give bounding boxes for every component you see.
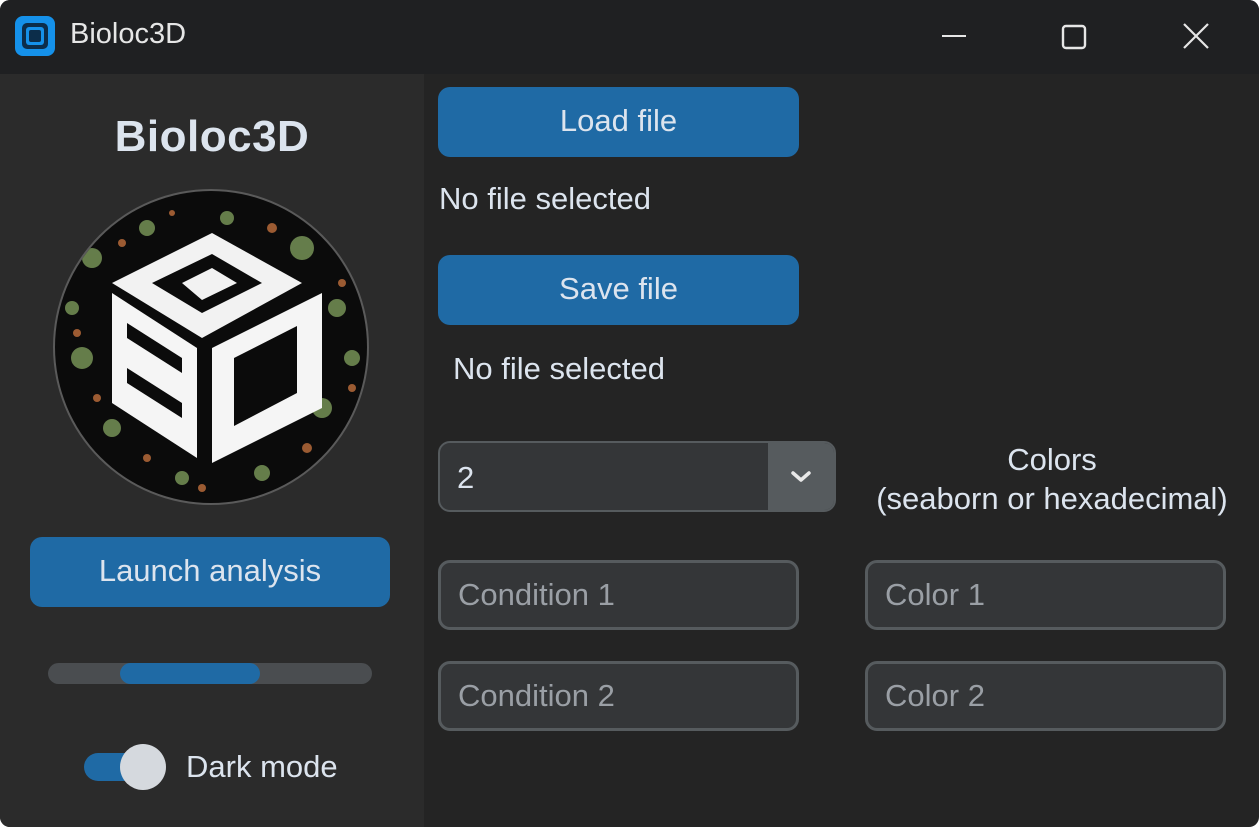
colors-label: Colors (seaborn or hexadecimal)	[866, 440, 1238, 518]
sidebar-title: Bioloc3D	[114, 112, 310, 161]
colors-label-title: Colors	[1007, 442, 1097, 477]
app-icon	[15, 16, 55, 56]
minimize-icon	[942, 35, 966, 37]
progress-bar	[48, 663, 372, 684]
colors-label-hint: (seaborn or hexadecimal)	[876, 481, 1228, 516]
close-icon	[1183, 23, 1209, 49]
window-title: Bioloc3D	[70, 18, 187, 50]
condition-1-input[interactable]	[438, 560, 799, 630]
combobox-dropdown-button[interactable]	[768, 443, 834, 510]
close-button[interactable]	[1136, 0, 1256, 74]
title-bar[interactable]: Bioloc3D	[0, 0, 1259, 74]
chevron-down-icon	[791, 471, 811, 482]
launch-analysis-button[interactable]: Launch analysis	[30, 537, 390, 607]
save-file-button[interactable]: Save file	[438, 255, 799, 325]
bioloc3d-logo	[53, 189, 369, 505]
minimize-button[interactable]	[894, 0, 1014, 74]
dark-mode-label: Dark mode	[186, 749, 338, 784]
color-1-input[interactable]	[865, 560, 1226, 630]
save-file-status: No file selected	[453, 351, 665, 386]
maximize-icon	[1061, 24, 1087, 50]
switch-knob	[120, 744, 166, 790]
app-window: Bioloc3D Bioloc3D Launch analysis Dark m…	[0, 0, 1259, 827]
maximize-button[interactable]	[1014, 0, 1134, 74]
conditions-count-combobox[interactable]: 2	[438, 441, 836, 512]
combobox-value: 2	[457, 460, 475, 495]
progress-fill	[120, 663, 260, 684]
condition-2-input[interactable]	[438, 661, 799, 731]
load-file-status: No file selected	[439, 181, 651, 216]
load-file-button[interactable]: Load file	[438, 87, 799, 157]
color-2-input[interactable]	[865, 661, 1226, 731]
dark-mode-switch[interactable]	[82, 743, 168, 791]
